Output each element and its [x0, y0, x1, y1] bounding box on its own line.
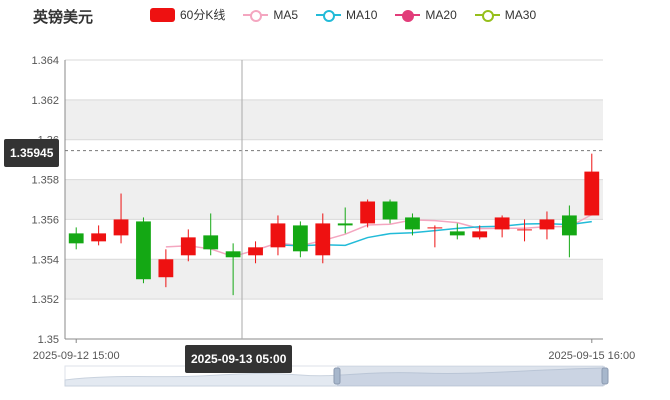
- candle-body: [158, 259, 174, 278]
- legend-label: MA5: [273, 7, 299, 22]
- legend-item-ma20[interactable]: MA20: [395, 7, 457, 22]
- legend-label: MA30: [504, 7, 537, 22]
- crosshair-y-label: 1.35945: [4, 139, 60, 167]
- y-tick-label: 1.364: [31, 55, 59, 67]
- candle-body: [136, 221, 151, 280]
- candle-body: [270, 223, 286, 248]
- candle-body: [539, 219, 555, 230]
- legend-ma30-swatch: [474, 8, 500, 22]
- candle-body: [203, 235, 219, 250]
- grid-band: [65, 299, 603, 339]
- candle-body: [517, 229, 532, 231]
- candle-body: [91, 233, 107, 242]
- candle-body: [315, 223, 331, 256]
- candle-body: [180, 237, 196, 256]
- y-tick-label: 1.358: [31, 175, 59, 187]
- legend-candle-swatch: [150, 7, 175, 22]
- grid-band: [65, 139, 603, 180]
- chart-title: 英镑美元: [33, 9, 94, 26]
- y-tick-label: 1.354: [31, 254, 59, 266]
- candle-body: [584, 171, 600, 216]
- candle-body: [472, 231, 488, 238]
- zoom-handle-left[interactable]: [333, 367, 341, 385]
- legend-label: MA10: [346, 7, 378, 22]
- legend-item-ma5[interactable]: MA5: [243, 8, 298, 22]
- y-tick-label: 1.362: [31, 95, 59, 107]
- crosshair-x-label: 2025-09-13 05:00: [185, 345, 293, 373]
- y-tick-label: 1.356: [31, 214, 59, 226]
- legend-ma5-swatch: [243, 8, 269, 22]
- legend-label: 60分K线: [180, 8, 226, 22]
- candle-body: [337, 223, 353, 226]
- candle-body: [248, 247, 263, 256]
- grid-band: [65, 179, 603, 220]
- y-tick-label: 1.35: [38, 334, 59, 346]
- legend-label: MA20: [425, 7, 457, 22]
- x-tick-label: 2025-09-15 16:00: [548, 350, 635, 362]
- chart-legend: 60分K线 MA5 MA10 MA20 MA30: [150, 6, 554, 23]
- candle-body: [225, 251, 241, 258]
- candle-body: [68, 233, 84, 244]
- candle-body: [561, 215, 577, 236]
- grid-band: [65, 60, 603, 100]
- candle-body: [494, 217, 510, 230]
- x-tick-label: 2025-09-12 15:00: [33, 350, 120, 362]
- legend-item-candles[interactable]: 60分K线: [150, 6, 225, 23]
- y-tick-label: 1.352: [31, 294, 59, 306]
- legend-item-ma30[interactable]: MA30: [474, 7, 537, 22]
- grid-band: [65, 99, 603, 140]
- legend-ma20-swatch: [395, 8, 421, 22]
- candle-body: [405, 217, 420, 230]
- candle-body: [449, 231, 465, 236]
- candle-body: [113, 219, 129, 236]
- candle-body: [360, 201, 376, 224]
- candle-body: [427, 227, 443, 229]
- zoom-selection: [337, 366, 605, 386]
- zoom-handle-right[interactable]: [601, 367, 609, 385]
- candle: [360, 199, 376, 228]
- candle: [136, 217, 151, 284]
- legend-item-ma10[interactable]: MA10: [316, 8, 377, 22]
- candle-body: [292, 225, 308, 252]
- legend-ma10-swatch: [316, 8, 342, 22]
- candle-body: [382, 201, 398, 220]
- candlestick-chart: 1.351.3521.3541.3561.3581.361.3621.36420…: [31, 55, 635, 387]
